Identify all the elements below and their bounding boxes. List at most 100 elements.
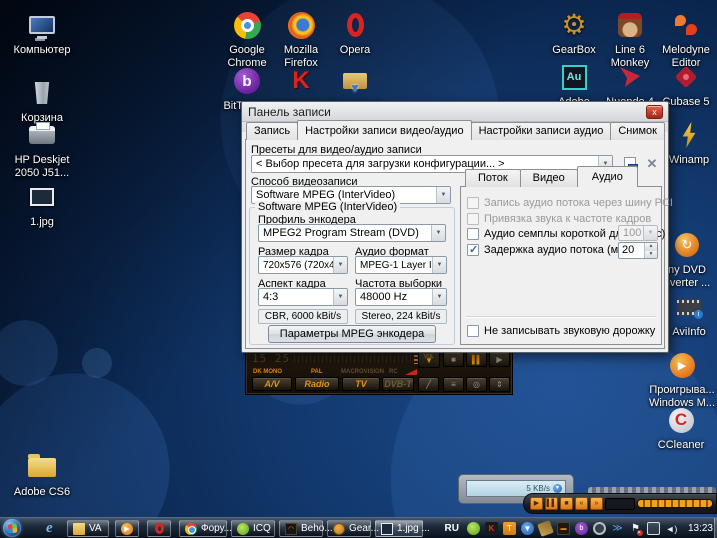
sample-rate-select[interactable]: 48000 Hz ▼ <box>355 288 447 306</box>
desktop-icon-opera[interactable]: Opera <box>326 8 384 57</box>
checkbox-no-audio-track[interactable]: Не записывать звуковую дорожку <box>467 325 655 337</box>
tray-network-icon[interactable] <box>647 522 660 535</box>
chevron-down-icon: ▼ <box>436 187 450 203</box>
tray-action-center-flag-icon[interactable]: ⚑✕ <box>629 522 642 535</box>
desktop-icon-ccleaner[interactable]: C CCleaner <box>652 403 710 452</box>
close-button[interactable]: x <box>646 105 663 119</box>
desktop-icon-computer[interactable]: Компьютер <box>6 8 78 57</box>
chrome-icon <box>185 523 197 535</box>
desktop-icon-adobe-cs6[interactable]: Adobe CS6 <box>6 450 78 499</box>
taskbar-button-gearbox[interactable]: Gear... <box>327 520 371 537</box>
tab-audio-settings[interactable]: Настройки записи аудио <box>471 122 612 140</box>
short-samples-select[interactable]: 100 ▼ <box>618 225 658 241</box>
taskbar-button-va[interactable]: VA <box>67 520 109 537</box>
adobe-audition-icon: Au <box>545 60 603 94</box>
tv-channel-updown-button[interactable]: ⇕ <box>489 377 510 392</box>
language-indicator[interactable]: RU <box>445 523 459 534</box>
chevron-down-icon: ▼ <box>333 257 347 273</box>
image-file-icon <box>381 523 393 535</box>
tv-tv-button[interactable]: TV <box>342 377 380 391</box>
tv-timer-button[interactable]: ◎ <box>466 377 487 392</box>
audio-format-select[interactable]: MPEG-1 Layer II ▼ <box>355 256 447 274</box>
spinner-buttons[interactable]: ▲▼ <box>644 243 657 258</box>
gear-icon: ⚙ <box>545 8 603 42</box>
tray-orange-app-icon[interactable]: T <box>503 522 516 535</box>
tv-dvbt-button[interactable]: DVB-T <box>382 377 414 391</box>
tv-list-button[interactable]: ≡ <box>443 377 464 392</box>
player-progress-bar[interactable] <box>637 499 713 508</box>
taskbar-button-behold[interactable]: ◠ Beho... <box>279 520 323 537</box>
aspect-select[interactable]: 4:3 ▼ <box>258 288 348 306</box>
mpeg-params-button[interactable]: Параметры MPEG энкодера <box>268 325 436 343</box>
tray-bittorrent-icon[interactable]: b <box>575 522 588 535</box>
gear-icon <box>333 523 345 535</box>
chrome-icon <box>218 8 276 42</box>
player-play-button[interactable]: ▶ <box>530 497 543 510</box>
media-player-icon: ▶ <box>648 348 716 382</box>
taskbar-button-icq[interactable]: ICQ <box>231 520 275 537</box>
tab-audio[interactable]: Аудио <box>577 166 638 187</box>
player-rewind-button[interactable]: « <box>575 497 588 510</box>
mpeg-groupbox-title: Software MPEG (InterVideo) <box>255 201 400 213</box>
tray-icq-icon[interactable] <box>467 522 480 535</box>
delete-preset-button[interactable]: ✕ <box>643 155 661 173</box>
checkbox-sync-framerate[interactable]: Привязка звука к частоте кадров <box>467 213 651 225</box>
player-pause-button[interactable]: ▌▌ <box>545 497 558 510</box>
tab-record[interactable]: Запись <box>246 122 298 140</box>
taskbar-button-opera[interactable] <box>147 520 171 537</box>
tab-stream[interactable]: Поток <box>465 169 521 187</box>
ie-quicklaunch-icon[interactable]: e <box>46 520 53 537</box>
system-tray: RU K T ▼ ▬ b ≫ ⚑✕ ◄) 13:23 <box>445 518 713 538</box>
tab-video[interactable]: Видео <box>520 169 578 187</box>
download-shield-icon: ▾ <box>553 484 562 493</box>
player-stop-button[interactable]: ■ <box>560 497 573 510</box>
tv-pause-button[interactable]: ▌▌ <box>466 352 487 367</box>
tray-stylus-icon[interactable] <box>537 520 554 537</box>
audio-bitrate-box: Stereo, 224 kBit/s <box>355 309 447 324</box>
tray-download-icon[interactable]: ▼ <box>521 522 534 535</box>
tv-stop-button[interactable]: ■ <box>443 352 464 367</box>
checkbox-audio-delay[interactable]: Задержка аудио потока (мс) <box>467 244 627 256</box>
encoder-profile-select[interactable]: MPEG2 Program Stream (DVD) ▼ <box>258 224 446 242</box>
tray-blue-arrows-icon[interactable]: ≫ <box>611 522 624 535</box>
download-icon <box>326 64 384 98</box>
firefox-icon <box>272 8 330 42</box>
checkbox-icon <box>467 325 479 337</box>
desktop-icon-firefox[interactable]: Mozilla Firefox <box>272 8 330 70</box>
tray-clock[interactable]: 13:23 <box>688 523 713 534</box>
divider <box>466 316 656 317</box>
behold-tv-icon: ◠ <box>285 523 297 535</box>
tray-behold-icon[interactable]: ▬ <box>557 522 570 535</box>
desktop-icon-gearbox[interactable]: ⚙ GearBox <box>545 8 603 57</box>
frame-size-select[interactable]: 720x576 (720x480) ▼ <box>258 256 348 274</box>
tv-volume-wedge <box>405 369 417 375</box>
tv-radio-button[interactable]: Radio <box>295 377 339 391</box>
stream-tab-strip: Поток Видео Аудио <box>465 168 637 187</box>
ccleaner-icon: C <box>652 403 710 437</box>
tv-play-button[interactable]: ▶ <box>489 352 510 367</box>
dialog-titlebar[interactable]: Панель записи <box>242 102 668 122</box>
folder-icon <box>73 523 85 535</box>
tab-snapshot[interactable]: Снимок <box>610 122 665 140</box>
icq-icon <box>237 523 249 535</box>
chevron-down-icon: ▼ <box>432 257 446 273</box>
desktop-icon-wmp[interactable]: ▶ Проигрыва... Windows M... <box>648 348 716 410</box>
taskbar-button-1jpg[interactable]: 1.jpg ... <box>375 520 423 537</box>
tray-grey-ring-icon[interactable] <box>593 522 606 535</box>
tray-kaspersky-icon[interactable]: K <box>485 522 498 535</box>
tray-volume-icon[interactable]: ◄) <box>665 522 678 535</box>
tv-settings-button[interactable]: ╱ <box>418 377 439 392</box>
audio-delay-spinner[interactable]: 20 ▲▼ <box>618 242 658 259</box>
image-file-icon <box>6 180 78 214</box>
desktop-icon-1jpg[interactable]: 1.jpg <box>6 180 78 229</box>
tv-status-standard: DK MONO <box>253 369 282 375</box>
start-button[interactable] <box>3 519 21 537</box>
tab-video-audio-settings[interactable]: Настройки записи видео/аудио <box>297 120 471 140</box>
tv-av-button[interactable]: A/V <box>252 377 292 391</box>
checkbox-pci-audio[interactable]: Запись аудио потока через шину PCI <box>467 197 673 209</box>
desktop-icon-chrome[interactable]: Google Chrome <box>218 8 276 70</box>
player-forward-button[interactable]: » <box>590 497 603 510</box>
taskbar-button-wmp[interactable]: ▶ <box>115 520 139 537</box>
desktop-icon-printer[interactable]: HP Deskjet 2050 J51... <box>2 118 82 180</box>
taskbar-button-forum[interactable]: Фору... <box>179 520 227 537</box>
